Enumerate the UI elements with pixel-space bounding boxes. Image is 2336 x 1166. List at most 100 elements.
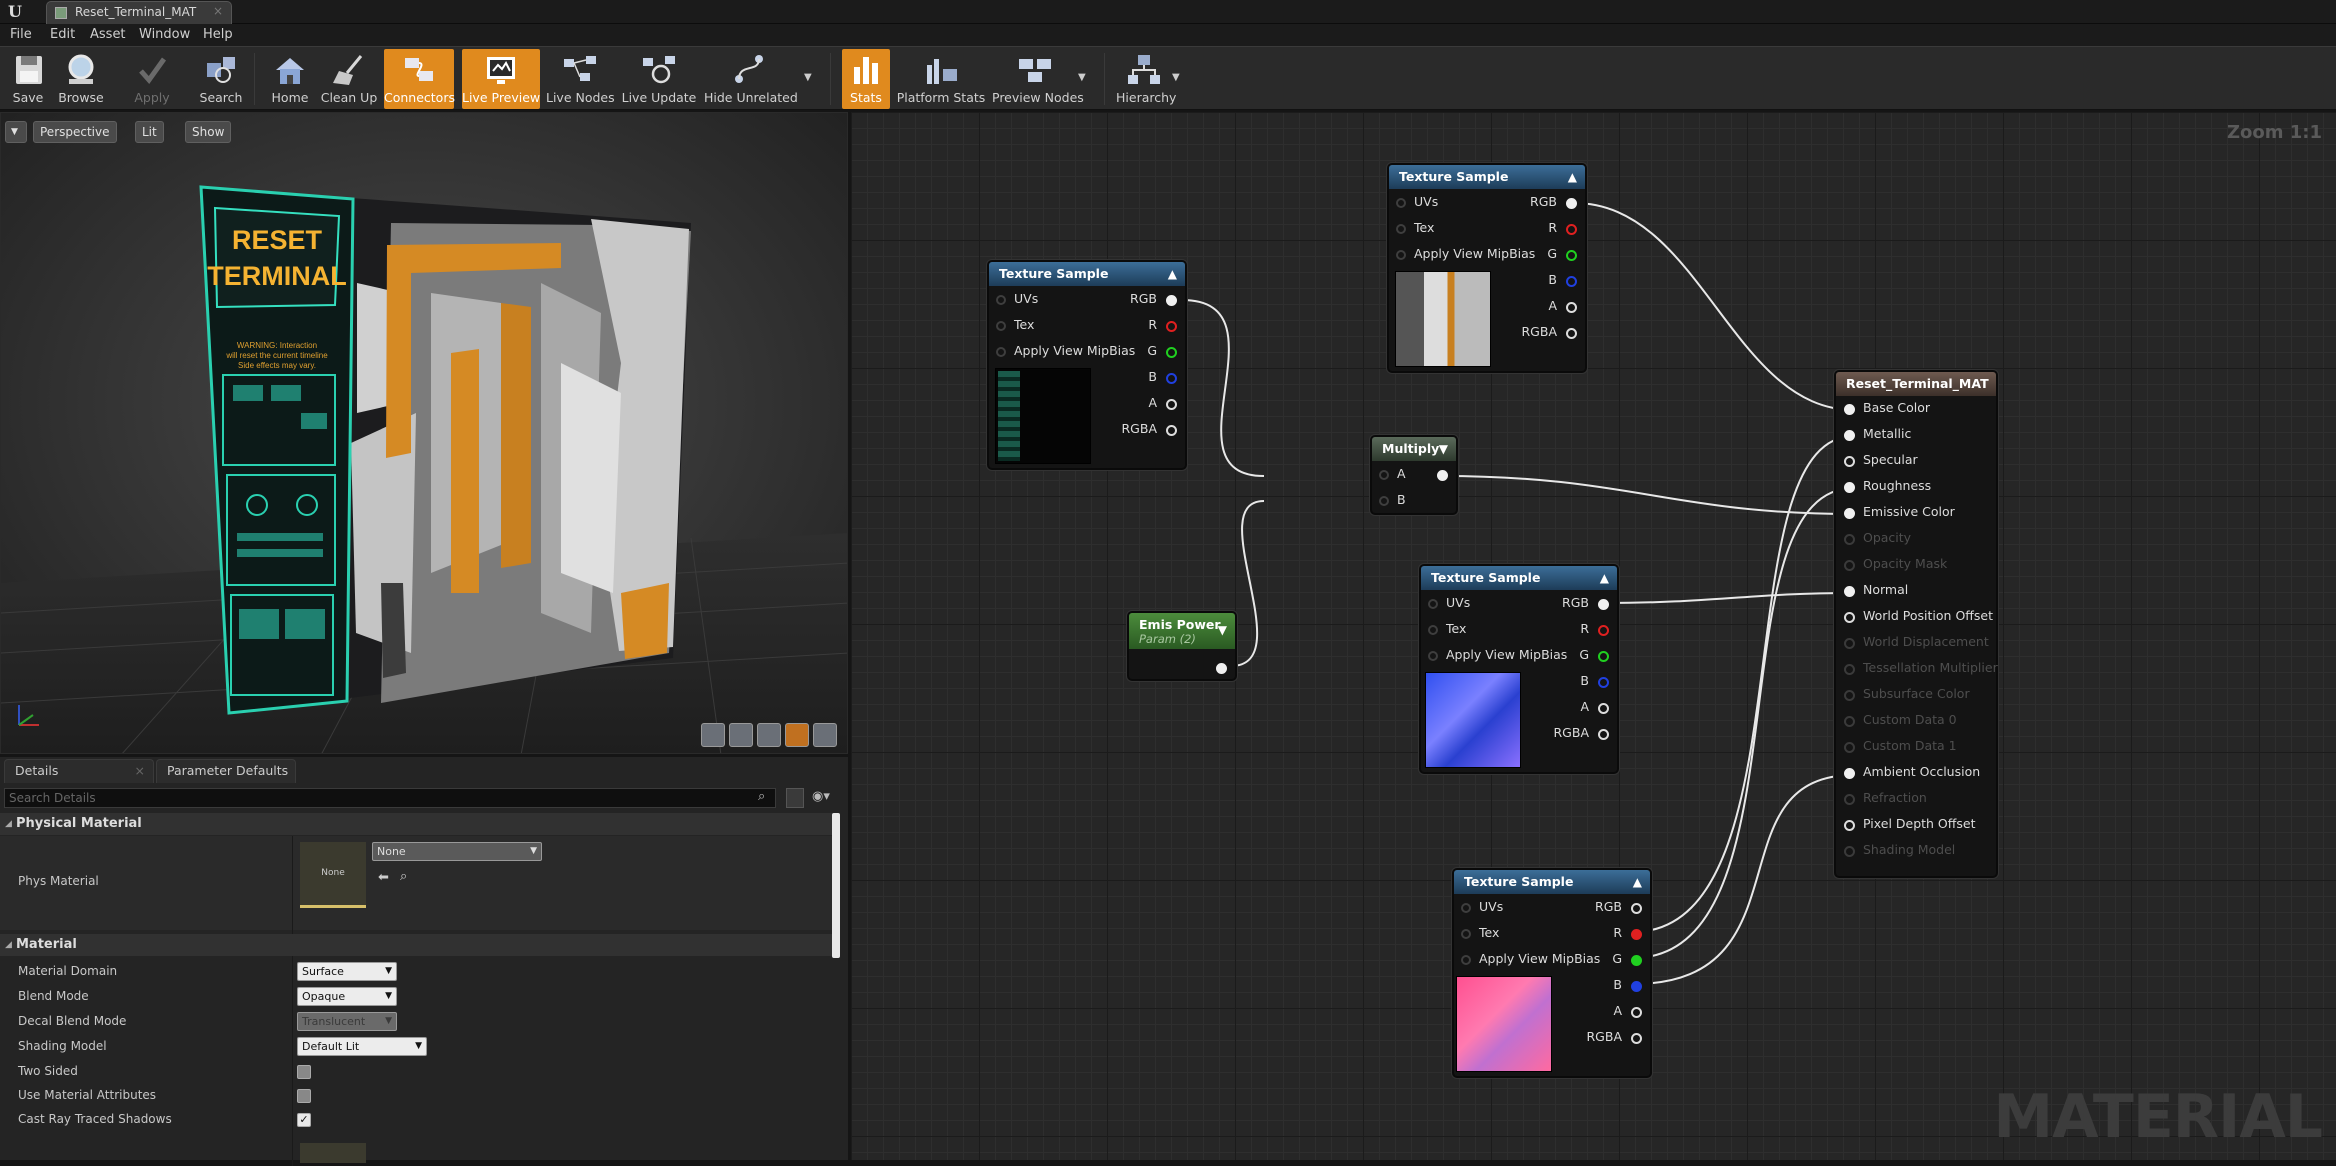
collapse-arrow-icon[interactable]: ▼ <box>1439 442 1448 456</box>
menu-asset[interactable]: Asset <box>90 27 126 42</box>
rgba-output-pin[interactable] <box>1598 729 1609 740</box>
cylinder-preview-icon[interactable] <box>701 723 725 747</box>
texture-sample-node-1[interactable]: Texture Sample ▲ UVs Tex Apply View MipBi… <box>987 260 1187 470</box>
a-output-pin[interactable] <box>1566 302 1577 313</box>
more-options-dropdown-icon[interactable]: ▼ <box>804 72 812 83</box>
use-material-attributes-checkbox[interactable] <box>297 1089 311 1103</box>
g-output-pin[interactable] <box>1631 955 1642 966</box>
uvs-input-pin[interactable] <box>1428 599 1438 609</box>
b-output-pin[interactable] <box>1598 677 1609 688</box>
material-result-node[interactable]: Reset_Terminal_MAT Base Color Metallic Spe… <box>1834 370 1998 878</box>
g-output-pin[interactable] <box>1166 347 1177 358</box>
result-pin-base-color[interactable]: Base Color <box>1836 397 1996 421</box>
save-button[interactable]: Save <box>4 49 52 109</box>
result-pin-normal[interactable]: Normal <box>1836 579 1996 603</box>
cube-preview-icon[interactable] <box>785 723 809 747</box>
rgb-output-pin[interactable] <box>1631 903 1642 914</box>
browse-asset-icon[interactable]: ⌕ <box>400 869 407 884</box>
clean-up-button[interactable]: Clean Up <box>318 49 380 109</box>
emis-power-param-node[interactable]: Emis Power ▼ Param (2) <box>1127 611 1237 681</box>
preview-nodes-button[interactable]: Preview Nodes <box>992 49 1084 109</box>
result-input-pin[interactable] <box>1844 508 1855 519</box>
uvs-input-pin[interactable] <box>996 295 1006 305</box>
uvs-input-pin[interactable] <box>1396 198 1406 208</box>
menu-file[interactable]: File <box>10 27 32 42</box>
menu-help[interactable]: Help <box>203 27 233 42</box>
viewport-options-dropdown[interactable]: ▼ <box>5 121 27 143</box>
show-button[interactable]: Show <box>185 121 232 143</box>
collapse-arrow-icon[interactable]: ▲ <box>1168 267 1177 281</box>
collapse-arrow-icon[interactable]: ▲ <box>1568 170 1577 184</box>
live-nodes-button[interactable]: Live Nodes <box>546 49 615 109</box>
material-domain-select[interactable]: Surface ▼ <box>297 962 397 981</box>
category-material[interactable]: ◢ Material <box>0 934 838 956</box>
rgb-output-pin[interactable] <box>1166 295 1177 306</box>
mipbias-input-pin[interactable] <box>1461 955 1471 965</box>
material-graph[interactable]: Texture Sample ▲ UVs Tex Apply View MipBi… <box>851 112 2336 1160</box>
multiply-a-input-pin[interactable] <box>1379 470 1389 480</box>
platform-stats-button[interactable]: Platform Stats <box>896 49 986 109</box>
result-pin-metallic[interactable]: Metallic <box>1836 423 1996 447</box>
preview-viewport[interactable]: RESET TERMINAL WARNING: Interaction will… <box>0 112 848 754</box>
result-input-pin[interactable] <box>1844 612 1855 623</box>
search-details-input[interactable]: Search Details <box>4 788 776 808</box>
a-output-pin[interactable] <box>1631 1007 1642 1018</box>
browse-button[interactable]: Browse <box>56 49 106 109</box>
mipbias-input-pin[interactable] <box>1396 250 1406 260</box>
close-tab-icon[interactable]: × <box>213 4 223 18</box>
g-output-pin[interactable] <box>1598 651 1609 662</box>
mipbias-input-pin[interactable] <box>996 347 1006 357</box>
apply-button[interactable]: Apply <box>128 49 176 109</box>
phys-material-combo[interactable]: None ▼ <box>372 842 542 861</box>
texture-sample-node-normal[interactable]: Texture Sample ▲ UVs Tex Apply View MipBi… <box>1419 564 1619 774</box>
result-pin-emissive-color[interactable]: Emissive Color <box>1836 501 1996 525</box>
two-sided-checkbox[interactable] <box>297 1065 311 1079</box>
texture-sample-node-orm[interactable]: Texture Sample ▲ UVs Tex Apply View MipBi… <box>1452 868 1652 1078</box>
view-options-button[interactable] <box>786 788 804 808</box>
use-selected-arrow-icon[interactable]: ⬅ <box>378 870 389 885</box>
live-preview-button[interactable]: Live Preview <box>462 49 540 109</box>
hide-unrelated-button[interactable]: Hide Unrelated <box>704 49 798 109</box>
tex-input-pin[interactable] <box>1461 929 1471 939</box>
close-details-tab-icon[interactable]: × <box>135 760 145 782</box>
hierarchy-dropdown-icon[interactable]: ▼ <box>1172 72 1180 83</box>
multiply-output-pin[interactable] <box>1437 470 1448 481</box>
rgba-output-pin[interactable] <box>1631 1033 1642 1044</box>
rgb-output-pin[interactable] <box>1566 198 1577 209</box>
document-tab[interactable]: Reset_Terminal_MAT × <box>46 1 232 24</box>
texture-sample-node-2[interactable]: Texture Sample ▲ UVs Tex Apply View MipBi… <box>1387 163 1587 373</box>
blend-mode-select[interactable]: Opaque ▼ <box>297 987 397 1006</box>
shading-model-select[interactable]: Default Lit ▼ <box>297 1037 427 1056</box>
cast-ray-traced-shadows-checkbox[interactable]: ✓ <box>297 1113 311 1127</box>
category-physical-material[interactable]: ◢ Physical Material <box>0 813 838 835</box>
details-scrollbar[interactable] <box>832 813 840 958</box>
connectors-button[interactable]: Connectors <box>384 49 455 109</box>
uvs-input-pin[interactable] <box>1461 903 1471 913</box>
rgba-output-pin[interactable] <box>1166 425 1177 436</box>
result-pin-pixel-depth-offset[interactable]: Pixel Depth Offset <box>1836 813 1996 837</box>
home-button[interactable]: Home <box>266 49 314 109</box>
result-input-pin[interactable] <box>1844 768 1855 779</box>
menu-edit[interactable]: Edit <box>50 27 75 42</box>
live-update-button[interactable]: Live Update <box>620 49 698 109</box>
tex-input-pin[interactable] <box>1428 625 1438 635</box>
perspective-button[interactable]: Perspective <box>33 121 117 143</box>
r-output-pin[interactable] <box>1166 321 1177 332</box>
multiply-node[interactable]: Multiply ▼ A B <box>1370 435 1458 515</box>
b-output-pin[interactable] <box>1566 276 1577 287</box>
tex-input-pin[interactable] <box>1396 224 1406 234</box>
emis-power-output-pin[interactable] <box>1216 663 1227 674</box>
multiply-b-input-pin[interactable] <box>1379 496 1389 506</box>
result-input-pin[interactable] <box>1844 430 1855 441</box>
eye-icon[interactable]: ◉▾ <box>812 789 830 804</box>
result-input-pin[interactable] <box>1844 456 1855 467</box>
unreal-logo-icon[interactable]: U <box>4 1 26 23</box>
collapse-arrow-icon[interactable]: ▼ <box>1218 623 1227 637</box>
a-output-pin[interactable] <box>1166 399 1177 410</box>
tab-parameter-defaults[interactable]: Parameter Defaults <box>156 759 296 783</box>
result-input-pin[interactable] <box>1844 820 1855 831</box>
r-output-pin[interactable] <box>1598 625 1609 636</box>
r-output-pin[interactable] <box>1566 224 1577 235</box>
g-output-pin[interactable] <box>1566 250 1577 261</box>
search-button[interactable]: Search <box>196 49 246 109</box>
